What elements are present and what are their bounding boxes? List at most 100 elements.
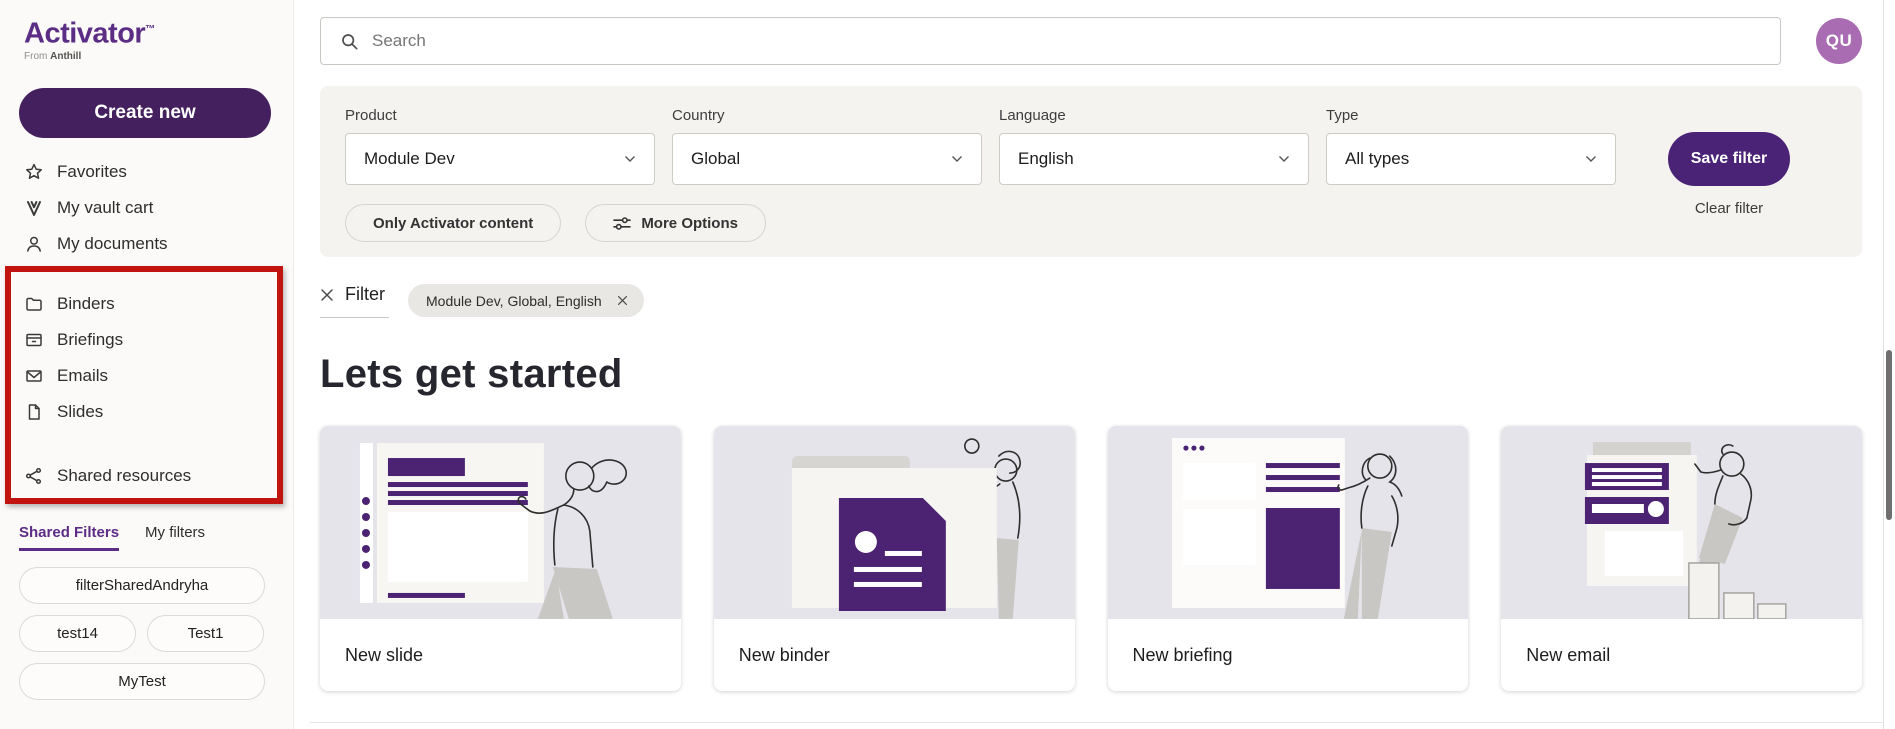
saved-filter-pill[interactable]: Test1	[147, 615, 264, 652]
card-label: New briefing	[1108, 619, 1469, 691]
sidebar-item-my-documents[interactable]: My documents	[0, 226, 293, 262]
chevron-down-icon	[951, 155, 963, 163]
sidebar-item-briefings[interactable]: Briefings	[11, 322, 277, 358]
filter-fields: Product Module Dev Country Global Langua…	[345, 107, 1837, 185]
sidebar-item-label: Shared resources	[57, 466, 191, 486]
scrollbar-track[interactable]	[1883, 0, 1895, 729]
search-icon	[340, 32, 359, 51]
card-label: New slide	[320, 619, 681, 691]
envelope-icon	[24, 366, 44, 386]
file-icon	[24, 402, 44, 422]
sidebar-item-label: Binders	[57, 294, 115, 314]
sidebar-item-label: Slides	[57, 402, 103, 422]
language-select[interactable]: English	[999, 133, 1309, 185]
field-label: Country	[672, 107, 982, 124]
close-icon	[320, 288, 334, 302]
user-avatar[interactable]: QU	[1816, 18, 1862, 64]
filter-field-country: Country Global	[672, 107, 982, 185]
toggle-label: Only Activator content	[373, 215, 533, 232]
app-logo: Activator™ From Anthill	[0, 14, 293, 62]
clear-filter-button[interactable]: Clear filter	[1668, 200, 1790, 217]
filter-field-product: Product Module Dev	[345, 107, 655, 185]
filter-options-row: Only Activator content More Options	[345, 204, 1837, 242]
saved-filter-pill[interactable]: test14	[19, 615, 136, 652]
star-icon	[24, 162, 44, 182]
sidebar-item-label: Briefings	[57, 330, 123, 350]
save-filter-button[interactable]: Save filter	[1668, 132, 1790, 186]
page-title: Lets get started	[320, 352, 1862, 397]
new-email-illustration	[1501, 426, 1862, 619]
card-label: New email	[1501, 619, 1862, 691]
new-email-card[interactable]: New email	[1501, 426, 1862, 691]
tab-my-filters[interactable]: My filters	[145, 524, 205, 551]
sidebar-nav: Favorites My vault cart My documents Bin…	[0, 154, 293, 504]
applied-filter-chip[interactable]: Module Dev, Global, English	[408, 284, 644, 317]
tab-shared-filters[interactable]: Shared Filters	[19, 524, 119, 551]
section-divider	[310, 722, 1895, 723]
new-binder-card[interactable]: New binder	[714, 426, 1075, 691]
sidebar-item-favorites[interactable]: Favorites	[0, 154, 293, 190]
type-select[interactable]: All types	[1326, 133, 1616, 185]
button-label: More Options	[641, 215, 738, 232]
chevron-down-icon	[1278, 155, 1290, 163]
filter-panel: Product Module Dev Country Global Langua…	[320, 86, 1862, 257]
saved-filter-pill[interactable]: filterSharedAndryha	[19, 567, 265, 604]
product-select[interactable]: Module Dev	[345, 133, 655, 185]
only-activator-content-toggle[interactable]: Only Activator content	[345, 204, 561, 242]
sidebar-item-label: My vault cart	[57, 198, 153, 218]
chevron-down-icon	[1585, 155, 1597, 163]
sidebar-item-slides[interactable]: Slides	[11, 394, 277, 430]
new-binder-illustration	[714, 426, 1075, 619]
saved-filter-list: filterSharedAndryha test14 Test1 MyTest	[19, 567, 265, 700]
field-label: Type	[1326, 107, 1616, 124]
create-new-button[interactable]: Create new	[19, 88, 271, 138]
annotation-highlight-box: Binders Briefings Emails Slides Shared r…	[5, 266, 283, 504]
filter-field-type: Type All types	[1326, 107, 1616, 185]
sidebar: Activator™ From Anthill Create new Favor…	[0, 0, 294, 729]
new-slide-card[interactable]: New slide	[320, 426, 681, 691]
share-icon	[24, 466, 44, 486]
select-value: Module Dev	[364, 149, 455, 169]
sidebar-item-label: Favorites	[57, 162, 127, 182]
select-value: All types	[1345, 149, 1409, 169]
field-label: Product	[345, 107, 655, 124]
header: QU	[320, 17, 1862, 65]
search-input[interactable]	[372, 31, 1764, 51]
trademark-symbol: ™	[145, 24, 155, 35]
sidebar-item-binders[interactable]: Binders	[11, 286, 277, 322]
brand-tagline: From Anthill	[24, 51, 293, 62]
new-briefing-illustration	[1108, 426, 1469, 619]
saved-filter-pill[interactable]: MyTest	[19, 663, 265, 700]
chevron-down-icon	[624, 155, 636, 163]
country-select[interactable]: Global	[672, 133, 982, 185]
vault-icon	[24, 198, 44, 218]
filter-field-language: Language English	[999, 107, 1309, 185]
sidebar-item-vault-cart[interactable]: My vault cart	[0, 190, 293, 226]
filter-collapse-toggle[interactable]: Filter	[320, 282, 389, 318]
main-content: QU Product Module Dev Country Global Lan…	[294, 0, 1895, 729]
sliders-icon	[613, 216, 631, 231]
select-value: English	[1018, 149, 1074, 169]
card-label: New binder	[714, 619, 1075, 691]
filter-toggle-label: Filter	[345, 284, 385, 305]
field-label: Language	[999, 107, 1309, 124]
archive-icon	[24, 330, 44, 350]
brand-name: Activator™	[24, 14, 293, 50]
chip-label: Module Dev, Global, English	[426, 293, 602, 309]
remove-filter-icon[interactable]	[617, 295, 628, 306]
get-started-cards: New slide	[320, 426, 1862, 691]
person-icon	[24, 234, 44, 254]
more-options-button[interactable]: More Options	[585, 204, 766, 242]
folder-icon	[24, 294, 44, 314]
sidebar-item-label: Emails	[57, 366, 108, 386]
new-slide-illustration	[320, 426, 681, 619]
sidebar-item-emails[interactable]: Emails	[11, 358, 277, 394]
sidebar-item-shared-resources[interactable]: Shared resources	[11, 458, 277, 494]
new-briefing-card[interactable]: New briefing	[1108, 426, 1469, 691]
filters-tab-bar: Shared Filters My filters	[19, 524, 293, 551]
active-filter-bar: Filter Module Dev, Global, English	[320, 282, 1862, 318]
search-bar[interactable]	[320, 17, 1781, 65]
sidebar-item-label: My documents	[57, 234, 168, 254]
scrollbar-thumb[interactable]	[1886, 350, 1892, 520]
select-value: Global	[691, 149, 740, 169]
